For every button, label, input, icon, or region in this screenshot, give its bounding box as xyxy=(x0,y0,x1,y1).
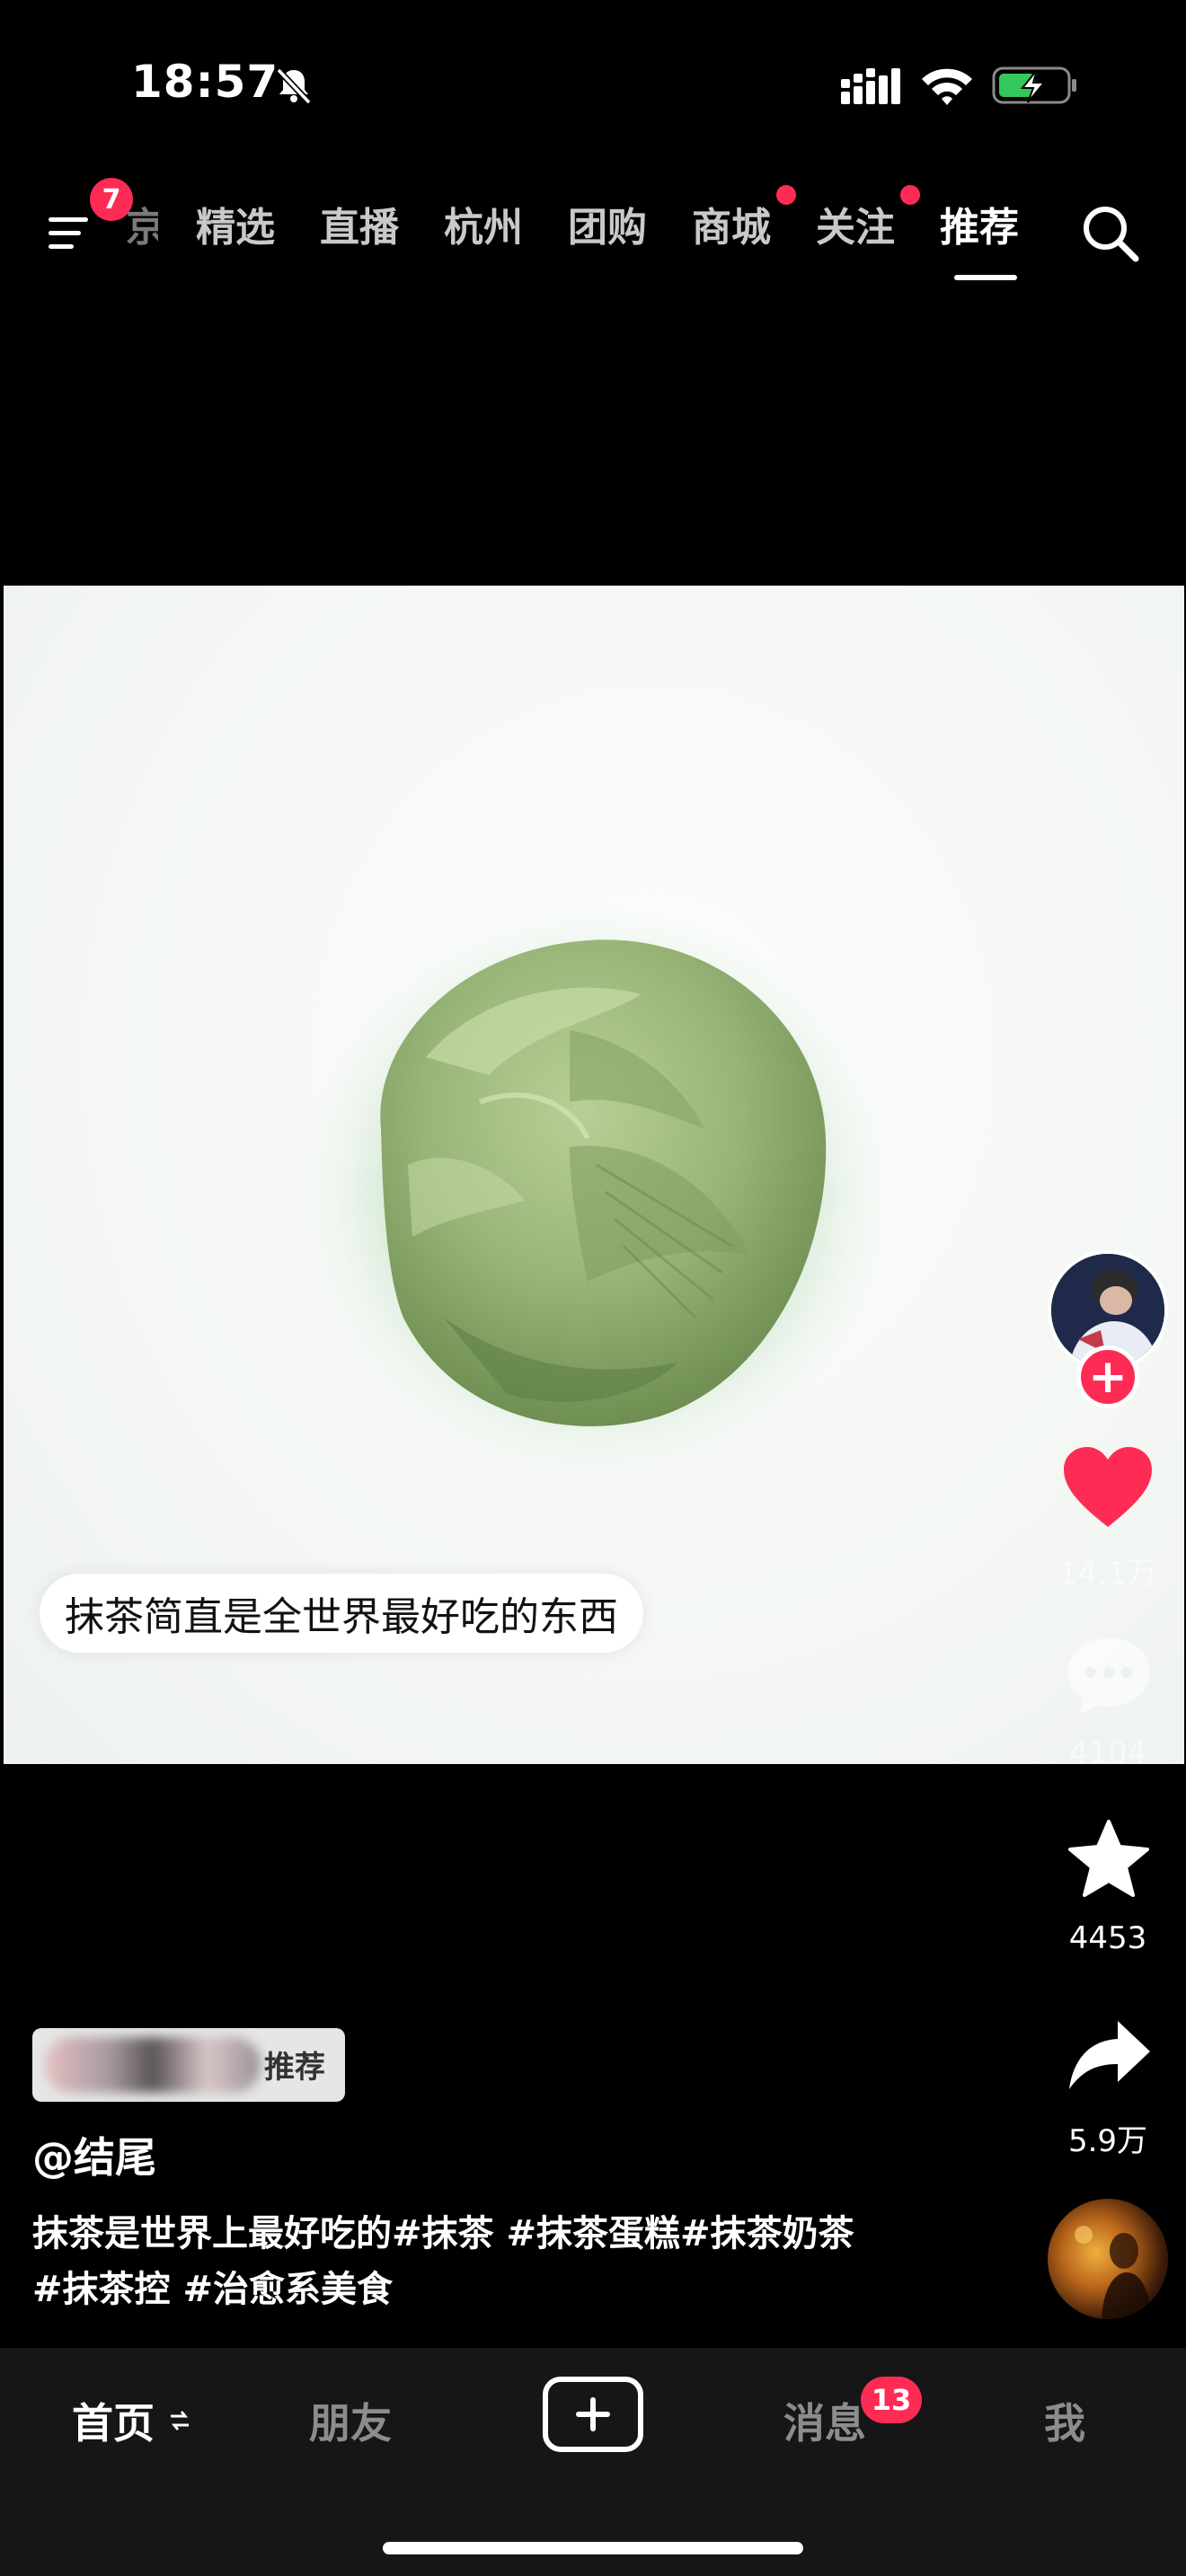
tab-mall-dot xyxy=(776,185,796,205)
tab-group-buy[interactable]: 团购 xyxy=(568,203,647,253)
video-caption: 抹茶简直是全世界最好吃的东西 xyxy=(40,1574,643,1653)
share-arrow-icon[interactable] xyxy=(1066,2017,1152,2093)
top-nav: 7 京 精选 直播 杭州 团购 商城 关注 推荐 xyxy=(0,171,1186,296)
comment-count: 4104 xyxy=(1068,1735,1147,1771)
comment-icon[interactable] xyxy=(1064,1635,1154,1717)
cellular-signal-icon xyxy=(841,68,900,104)
bottom-tab-bar: 首页 朋友 消息 13 我 xyxy=(0,2348,1186,2576)
author-handle[interactable]: @结尾 xyxy=(32,2125,156,2184)
like-heart-icon[interactable] xyxy=(1060,1444,1155,1531)
tab-featured[interactable]: 精选 xyxy=(196,203,275,253)
post-description[interactable]: 抹茶是世界上最好吃的#抹茶 #抹茶蛋糕#抹茶奶茶 #抹茶控 #治愈系美食 xyxy=(32,2206,967,2317)
tab-partial[interactable]: 京 xyxy=(126,203,158,253)
tab-live[interactable]: 直播 xyxy=(320,203,399,253)
music-disc[interactable] xyxy=(1048,2199,1168,2319)
tab-city[interactable]: 杭州 xyxy=(444,203,523,253)
create-button[interactable] xyxy=(543,2377,643,2452)
favorite-count: 4453 xyxy=(1068,1920,1147,1956)
like-count: 14.1万 xyxy=(1058,1556,1157,1592)
tab-mall[interactable]: 商城 xyxy=(692,203,771,253)
tab-recommended[interactable]: 推荐 xyxy=(940,203,1019,253)
post-description-line-1: 抹茶是世界上最好吃的#抹茶 #抹茶蛋糕#抹茶奶茶 xyxy=(32,2213,854,2254)
recommend-tag-chip[interactable]: 推荐 xyxy=(32,2028,345,2102)
active-tab-underline xyxy=(954,275,1017,280)
tab-following-dot xyxy=(900,185,920,205)
status-bar: 18:57 xyxy=(0,0,1186,171)
battery-charging-icon xyxy=(992,66,1076,104)
bottom-tab-me[interactable]: 我 xyxy=(1044,2391,1085,2450)
refresh-arrows-icon xyxy=(171,2411,189,2430)
favorite-star-icon[interactable] xyxy=(1066,1818,1152,1901)
tag-label: 推荐 xyxy=(264,2050,325,2086)
share-count: 5.9万 xyxy=(1067,2123,1148,2159)
tag-blurred-text xyxy=(45,2037,261,2093)
status-time: 18:57 xyxy=(131,56,279,108)
home-indicator xyxy=(383,2542,803,2554)
menu-icon xyxy=(49,217,88,249)
video-player[interactable]: 抹茶简直是全世界最好吃的东西 xyxy=(4,586,1184,1764)
messages-badge: 13 xyxy=(861,2377,922,2423)
bottom-tab-home[interactable]: 首页 xyxy=(72,2391,155,2450)
search-button[interactable] xyxy=(1078,198,1145,269)
tab-following[interactable]: 关注 xyxy=(816,203,895,253)
follow-button[interactable]: + xyxy=(1076,1345,1139,1408)
plus-icon xyxy=(576,2397,610,2431)
bottom-tab-messages[interactable]: 消息 xyxy=(783,2391,866,2450)
bottom-tab-friends[interactable]: 朋友 xyxy=(309,2391,392,2450)
post-description-line-2: #抹茶控 #治愈系美食 xyxy=(32,2269,393,2310)
search-icon xyxy=(1084,207,1139,262)
bell-muted-icon xyxy=(276,67,312,105)
matcha-ice-cream-image xyxy=(300,904,893,1479)
music-cover-image xyxy=(1075,2226,1152,2319)
wifi-icon xyxy=(922,68,972,105)
